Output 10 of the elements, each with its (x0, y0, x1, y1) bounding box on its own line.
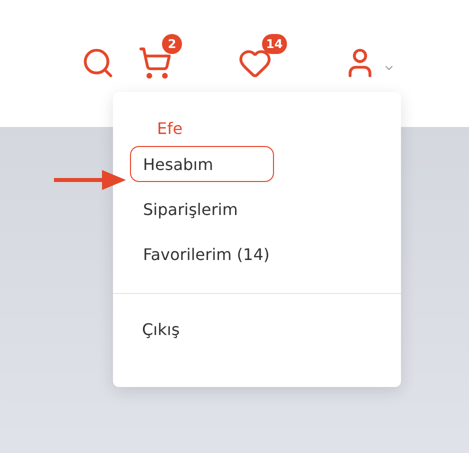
menu-item[interactable]: Hesabım (130, 146, 274, 182)
cart-icon[interactable] (138, 46, 172, 80)
user-name: Efe (156, 118, 184, 140)
count-badge: 14 (262, 34, 287, 54)
search-icon[interactable] (81, 46, 115, 80)
menu-item[interactable]: Siparişlerim (130, 191, 274, 227)
count-badge: 2 (162, 34, 182, 54)
arrow-icon (54, 169, 126, 191)
menu-item[interactable]: Favorilerim (14) (130, 236, 274, 272)
logout-link[interactable]: Çıkış (130, 313, 401, 345)
